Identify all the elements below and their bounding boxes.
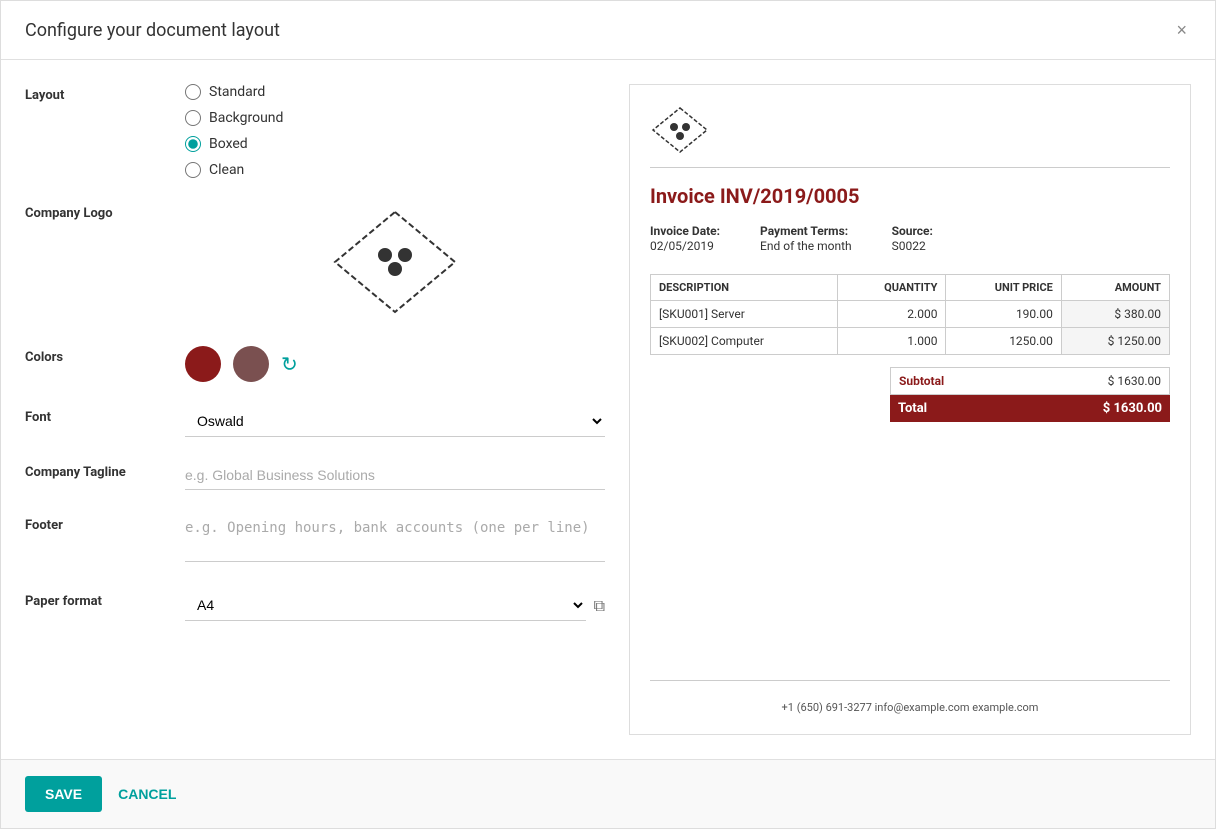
row1-amount: $ 380.00	[1061, 301, 1169, 328]
invoice-meta: Invoice Date: 02/05/2019 Payment Terms: …	[650, 224, 1170, 254]
total-row: Total $ 1630.00	[890, 395, 1170, 422]
tagline-label: Company Tagline	[25, 461, 185, 480]
paper-format-select[interactable]: A4 Letter Legal	[185, 590, 586, 621]
company-logo-area[interactable]	[185, 202, 605, 322]
tagline-control	[185, 461, 605, 490]
layout-boxed-radio[interactable]	[185, 136, 201, 152]
subtotal-label: Subtotal	[899, 374, 944, 388]
paper-format-control: A4 Letter Legal ⧉	[185, 590, 605, 621]
layout-clean-option[interactable]: Clean	[185, 162, 605, 178]
tagline-row: Company Tagline	[25, 461, 605, 490]
form-panel: Layout Standard Background Boxed	[25, 84, 605, 735]
footer-label: Footer	[25, 514, 185, 533]
footer-row: Footer	[25, 514, 605, 566]
font-select[interactable]: Oswald Roboto Open Sans Lato	[185, 406, 605, 437]
configure-layout-dialog: Configure your document layout × Layout …	[0, 0, 1216, 829]
footer-control	[185, 514, 605, 566]
subtotal-row: Subtotal $ 1630.00	[890, 367, 1170, 395]
totals-inner: Subtotal $ 1630.00 Total $ 1630.00	[890, 367, 1170, 422]
layout-boxed-option[interactable]: Boxed	[185, 136, 605, 152]
layout-label: Layout	[25, 84, 185, 103]
invoice-date-block: Invoice Date: 02/05/2019	[650, 224, 720, 254]
row1-unit-price: 190.00	[946, 301, 1061, 328]
colors-label: Colors	[25, 346, 185, 365]
preview-header	[650, 105, 1170, 168]
paper-format-row: Paper format A4 Letter Legal ⧉	[25, 590, 605, 621]
layout-boxed-label: Boxed	[209, 136, 248, 152]
row1-quantity: 2.000	[838, 301, 946, 328]
font-label: Font	[25, 406, 185, 425]
table-row: [SKU001] Server 2.000 190.00 $ 380.00	[651, 301, 1170, 328]
col-amount: AMOUNT	[1061, 275, 1169, 301]
row2-quantity: 1.000	[838, 328, 946, 355]
layout-radio-group: Standard Background Boxed Clean	[185, 84, 605, 178]
save-button[interactable]: SAVE	[25, 776, 102, 812]
preview-footer-text: +1 (650) 691-3277 info@example.com examp…	[782, 701, 1039, 714]
dialog-header: Configure your document layout ×	[1, 1, 1215, 60]
row2-amount: $ 1250.00	[1061, 328, 1169, 355]
col-unit-price: UNIT PRICE	[946, 275, 1061, 301]
preview-footer: +1 (650) 691-3277 info@example.com examp…	[650, 680, 1170, 714]
col-description: DESCRIPTION	[651, 275, 838, 301]
payment-terms-value: End of the month	[760, 239, 852, 253]
layout-standard-option[interactable]: Standard	[185, 84, 605, 100]
dialog-footer: SAVE CANCEL	[1, 759, 1215, 828]
paper-format-label: Paper format	[25, 590, 185, 609]
layout-standard-label: Standard	[209, 84, 265, 100]
layout-background-label: Background	[209, 110, 283, 126]
font-control: Oswald Roboto Open Sans Lato	[185, 406, 605, 437]
row2-description: [SKU002] Computer	[651, 328, 838, 355]
total-label: Total	[898, 401, 927, 416]
row2-unit-price: 1250.00	[946, 328, 1061, 355]
company-logo-row: Company Logo	[25, 202, 605, 322]
row1-description: [SKU001] Server	[651, 301, 838, 328]
layout-row: Layout Standard Background Boxed	[25, 84, 605, 178]
colors-row: Colors ↻	[25, 346, 605, 382]
source-label: Source:	[892, 224, 933, 238]
preview-panel: Invoice INV/2019/0005 Invoice Date: 02/0…	[629, 84, 1191, 735]
col-quantity: QUANTITY	[838, 275, 946, 301]
external-link-icon[interactable]: ⧉	[594, 596, 605, 616]
invoice-date-label: Invoice Date:	[650, 224, 720, 238]
layout-clean-radio[interactable]	[185, 162, 201, 178]
cancel-button[interactable]: CANCEL	[118, 786, 176, 802]
invoice-table: DESCRIPTION QUANTITY UNIT PRICE AMOUNT […	[650, 274, 1170, 355]
secondary-color-swatch[interactable]	[233, 346, 269, 382]
table-row: [SKU002] Computer 1.000 1250.00 $ 1250.0…	[651, 328, 1170, 355]
tagline-input[interactable]	[185, 461, 605, 490]
company-logo-label: Company Logo	[25, 202, 185, 221]
invoice-table-header-row: DESCRIPTION QUANTITY UNIT PRICE AMOUNT	[651, 275, 1170, 301]
subtotal-value: $ 1630.00	[1108, 374, 1161, 388]
totals-section: Subtotal $ 1630.00 Total $ 1630.00	[650, 367, 1170, 422]
refresh-colors-button[interactable]: ↻	[281, 352, 298, 377]
invoice-date-value: 02/05/2019	[650, 239, 714, 253]
payment-terms-label: Payment Terms:	[760, 224, 852, 238]
layout-background-radio[interactable]	[185, 110, 201, 126]
invoice-title: Invoice INV/2019/0005	[650, 184, 1170, 208]
layout-clean-label: Clean	[209, 162, 244, 178]
payment-terms-block: Payment Terms: End of the month	[760, 224, 852, 254]
font-row: Font Oswald Roboto Open Sans Lato	[25, 406, 605, 437]
preview-logo-svg	[650, 105, 710, 155]
source-block: Source: S0022	[892, 224, 933, 254]
dialog-title: Configure your document layout	[25, 20, 280, 41]
primary-color-swatch[interactable]	[185, 346, 221, 382]
footer-input[interactable]	[185, 514, 605, 562]
layout-standard-radio[interactable]	[185, 84, 201, 100]
company-logo-svg	[330, 207, 460, 317]
source-value: S0022	[892, 239, 926, 253]
dialog-body: Layout Standard Background Boxed	[1, 60, 1215, 759]
layout-background-option[interactable]: Background	[185, 110, 605, 126]
total-value: $ 1630.00	[1103, 401, 1162, 416]
colors-control: ↻	[185, 346, 605, 382]
close-button[interactable]: ×	[1172, 17, 1191, 43]
